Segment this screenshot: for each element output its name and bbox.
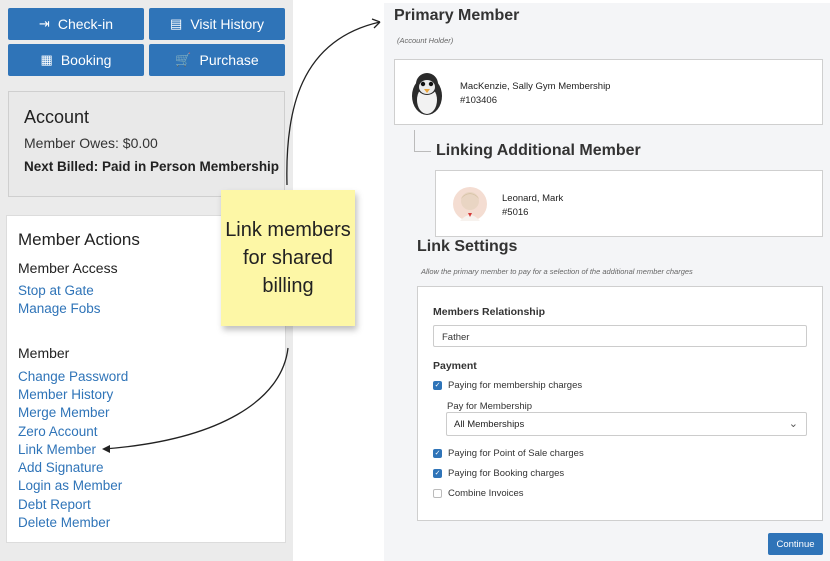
merge-member-link[interactable]: Merge Member	[18, 405, 110, 420]
continue-button[interactable]: Continue	[768, 533, 823, 555]
pos-charges-label: Paying for Point of Sale charges	[448, 448, 584, 459]
primary-member-heading: Primary Member	[394, 7, 520, 24]
checkin-icon: ⇥	[38, 16, 50, 31]
booking-label: Booking	[60, 52, 112, 68]
booking-charges-checkbox[interactable]: ✓	[433, 469, 442, 478]
debt-report-link[interactable]: Debt Report	[18, 497, 91, 512]
add-signature-link[interactable]: Add Signature	[18, 460, 104, 475]
relationship-input[interactable]: Father	[433, 325, 807, 347]
primary-member-name: MacKenzie, Sally Gym Membership	[460, 81, 611, 92]
account-box: Account Member Owes: $0.00 Next Billed: …	[8, 91, 285, 197]
link-member-link[interactable]: Link Member	[18, 442, 96, 457]
pos-charges-row[interactable]: ✓ Paying for Point of Sale charges	[433, 448, 584, 459]
member-access-heading: Member Access	[18, 260, 118, 276]
member-history-link[interactable]: Member History	[18, 387, 113, 402]
pay-for-membership-label: Pay for Membership	[447, 401, 533, 412]
arrow-to-primary-member	[286, 21, 381, 186]
pos-charges-checkbox[interactable]: ✓	[433, 449, 442, 458]
linked-member-card: Leonard, Mark #5016	[435, 170, 823, 237]
link-settings-heading: Link Settings	[417, 238, 518, 255]
manage-fobs-link[interactable]: Manage Fobs	[18, 301, 101, 316]
checkin-button[interactable]: ⇥ Check-in	[8, 8, 144, 40]
linking-member-heading: Linking Additional Member	[436, 142, 641, 159]
membership-charges-label: Paying for membership charges	[448, 380, 583, 391]
linked-member-id: #5016	[502, 207, 529, 218]
member-owes: Member Owes: $0.00	[24, 135, 158, 151]
visit-history-icon: ▤	[170, 16, 183, 31]
chevron-down-icon: ⌄	[788, 418, 798, 430]
pay-for-membership-select[interactable]: All Memberships ⌄	[446, 412, 807, 436]
login-as-member-link[interactable]: Login as Member	[18, 478, 122, 493]
arrowhead-primary	[371, 18, 381, 29]
membership-charges-checkbox[interactable]: ✓	[433, 381, 442, 390]
checkin-label: Check-in	[57, 16, 114, 32]
relationship-label: Members Relationship	[433, 306, 546, 318]
visit-history-button[interactable]: ▤ Visit History	[149, 8, 285, 40]
delete-member-link[interactable]: Delete Member	[18, 515, 110, 530]
check-icon: ✓	[434, 470, 441, 477]
booking-charges-label: Paying for Booking charges	[448, 468, 565, 479]
combine-invoices-checkbox[interactable]	[433, 489, 442, 498]
person-avatar	[453, 187, 487, 221]
check-icon: ✓	[434, 450, 441, 457]
sticky-note: Link members for shared billing	[221, 190, 355, 326]
account-holder-label: (Account Holder)	[397, 36, 454, 45]
penguin-avatar	[412, 73, 442, 115]
purchase-label: Purchase	[199, 52, 259, 68]
booking-icon: ▦	[40, 52, 53, 67]
pay-for-membership-value: All Memberships	[454, 419, 525, 430]
check-icon: ✓	[434, 382, 441, 389]
member-actions-title: Member Actions	[18, 230, 140, 249]
next-billed: Next Billed: Paid in Person Membership	[24, 159, 280, 174]
purchase-button[interactable]: 🛒 Purchase	[149, 44, 285, 76]
membership-charges-row[interactable]: ✓ Paying for membership charges	[433, 380, 582, 391]
zero-account-link[interactable]: Zero Account	[18, 424, 98, 439]
booking-button[interactable]: ▦ Booking	[8, 44, 144, 76]
primary-member-card: MacKenzie, Sally Gym Membership #103406	[394, 59, 823, 125]
stop-at-gate-link[interactable]: Stop at Gate	[18, 283, 94, 298]
combine-invoices-row[interactable]: Combine Invoices	[433, 488, 524, 499]
visit-history-label: Visit History	[190, 16, 264, 32]
payment-label: Payment	[433, 360, 477, 372]
account-title: Account	[24, 107, 90, 127]
linked-member-name: Leonard, Mark	[502, 193, 564, 204]
combine-invoices-label: Combine Invoices	[448, 488, 524, 499]
root: ⇥ Check-in ▤ Visit History ▦ Booking 🛒 P…	[0, 0, 830, 561]
change-password-link[interactable]: Change Password	[18, 369, 128, 384]
purchase-icon: 🛒	[175, 52, 192, 67]
member-heading: Member	[18, 345, 70, 361]
link-connector	[414, 130, 431, 152]
link-settings-description: Allow the primary member to pay for a se…	[421, 267, 693, 276]
primary-member-id: #103406	[460, 95, 497, 106]
booking-charges-row[interactable]: ✓ Paying for Booking charges	[433, 468, 564, 479]
